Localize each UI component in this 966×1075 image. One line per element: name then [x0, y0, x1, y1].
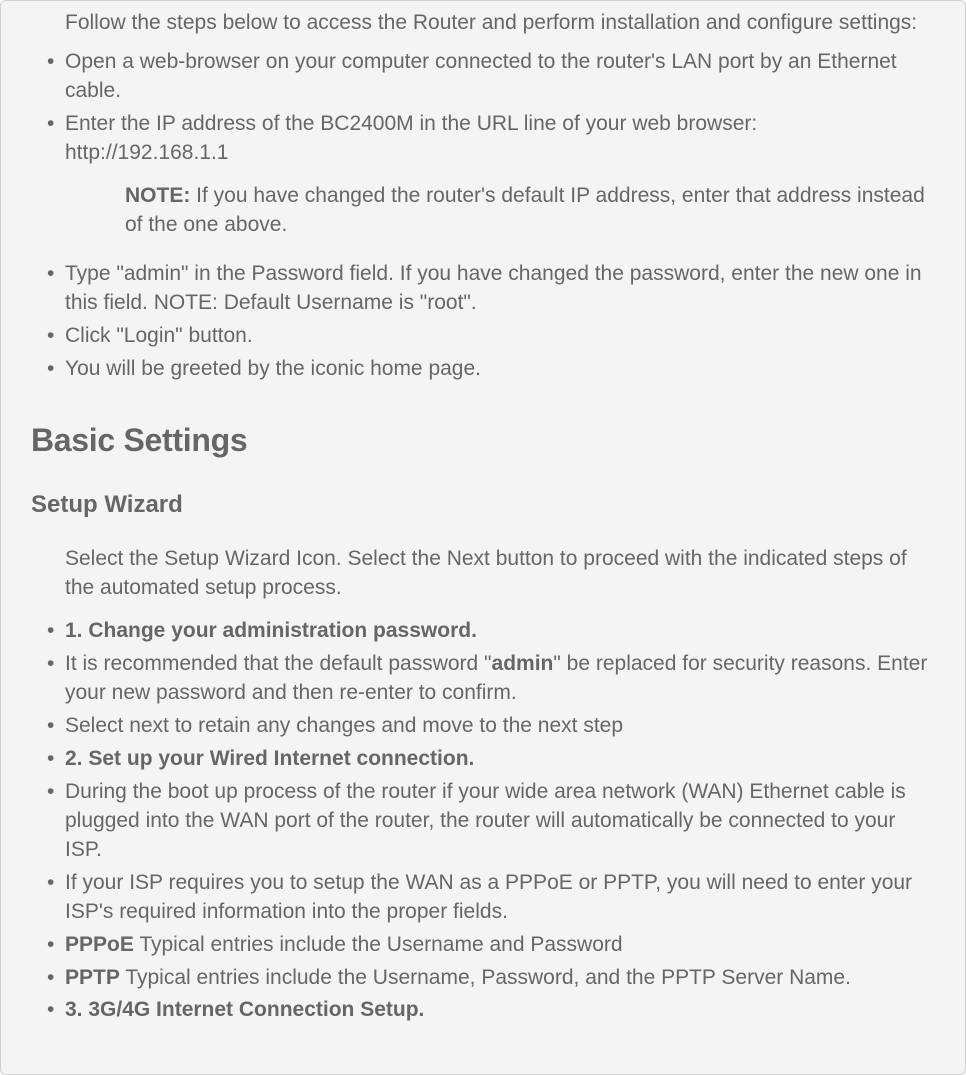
step-url: http://192.168.1.1 — [65, 141, 228, 164]
wizard-item: It is recommended that the default passw… — [65, 650, 935, 708]
wizard-item: During the boot up process of the router… — [65, 778, 935, 865]
steps-list-1: Open a web-browser on your computer conn… — [31, 48, 935, 168]
wizard-item: If your ISP requires you to setup the WA… — [65, 869, 935, 927]
note-label: NOTE: — [125, 184, 190, 207]
step-item: Open a web-browser on your computer conn… — [65, 48, 935, 106]
wizard-step-heading: 3. 3G/4G Internet Connection Setup. — [65, 998, 424, 1021]
wizard-intro-block: Select the Setup Wizard Icon. Select the… — [31, 545, 935, 603]
wizard-bold: admin — [492, 652, 554, 675]
wizard-item: PPPoE Typical entries include the Userna… — [65, 931, 935, 960]
steps-list-2: Type "admin" in the Password field. If y… — [31, 260, 935, 384]
wizard-bold: PPTP — [65, 966, 120, 989]
intro-block: Follow the steps below to access the Rou… — [31, 9, 935, 38]
step-item: Enter the IP address of the BC2400M in t… — [65, 110, 935, 168]
subsection-title: Setup Wizard — [31, 488, 935, 521]
wizard-list: 1. Change your administration password. … — [31, 617, 935, 1026]
wizard-text: Typical entries include the Username, Pa… — [120, 966, 851, 989]
wizard-item: Select next to retain any changes and mo… — [65, 712, 935, 741]
step-item: You will be greeted by the iconic home p… — [65, 355, 935, 384]
step-item: Type "admin" in the Password field. If y… — [65, 260, 935, 318]
wizard-bold: PPPoE — [65, 933, 134, 956]
note-text: If you have changed the router's default… — [125, 184, 925, 236]
wizard-text: It is recommended that the default passw… — [65, 652, 492, 675]
wizard-item: PPTP Typical entries include the Usernam… — [65, 964, 935, 993]
step-text: Enter the IP address of the BC2400M in t… — [65, 112, 757, 135]
section-title: Basic Settings — [31, 418, 935, 462]
wizard-text: Select next to retain any changes and mo… — [65, 714, 623, 737]
wizard-item: 1. Change your administration password. — [65, 617, 935, 646]
wizard-text: If your ISP requires you to setup the WA… — [65, 871, 912, 923]
wizard-item: 2. Set up your Wired Internet connection… — [65, 745, 935, 774]
wizard-step-heading: 1. Change your administration password. — [65, 619, 477, 642]
wizard-text: Typical entries include the Username and… — [134, 933, 623, 956]
step-item: Click "Login" button. — [65, 322, 935, 351]
step-text: Type "admin" in the Password field. If y… — [65, 262, 922, 314]
note-block: NOTE: If you have changed the router's d… — [31, 182, 935, 240]
step-text: Click "Login" button. — [65, 324, 253, 347]
document-page: Follow the steps below to access the Rou… — [0, 0, 966, 1075]
wizard-step-heading: 2. Set up your Wired Internet connection… — [65, 747, 474, 770]
wizard-item: 3. 3G/4G Internet Connection Setup. — [65, 996, 935, 1025]
step-text: Open a web-browser on your computer conn… — [65, 50, 897, 102]
intro-text: Follow the steps below to access the Rou… — [65, 9, 935, 38]
wizard-text: During the boot up process of the router… — [65, 780, 906, 861]
wizard-intro-text: Select the Setup Wizard Icon. Select the… — [65, 545, 935, 603]
step-text: You will be greeted by the iconic home p… — [65, 357, 481, 380]
